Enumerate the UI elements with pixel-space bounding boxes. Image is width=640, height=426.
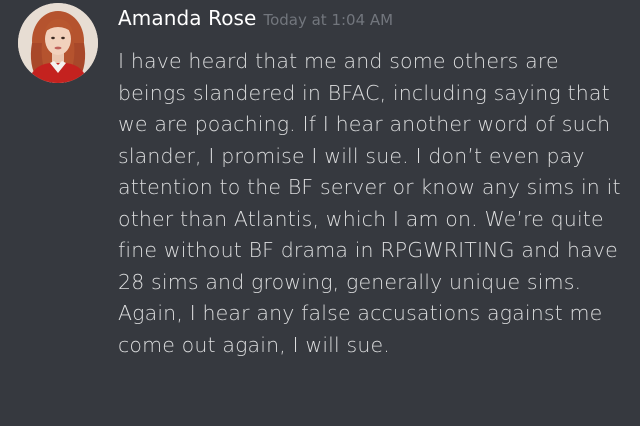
message-timestamp: Today at 1:04 AM	[263, 11, 394, 29]
avatar[interactable]	[18, 3, 98, 83]
chat-message: Amanda Rose Today at 1:04 AM I have hear…	[0, 0, 640, 426]
message-header: Amanda Rose Today at 1:04 AM	[118, 6, 628, 36]
message-content: Amanda Rose Today at 1:04 AM I have hear…	[118, 6, 628, 361]
user-avatar-photo-icon	[18, 3, 98, 83]
message-text: I have heard that me and some others are…	[118, 49, 621, 357]
author-name[interactable]: Amanda Rose	[118, 6, 256, 30]
